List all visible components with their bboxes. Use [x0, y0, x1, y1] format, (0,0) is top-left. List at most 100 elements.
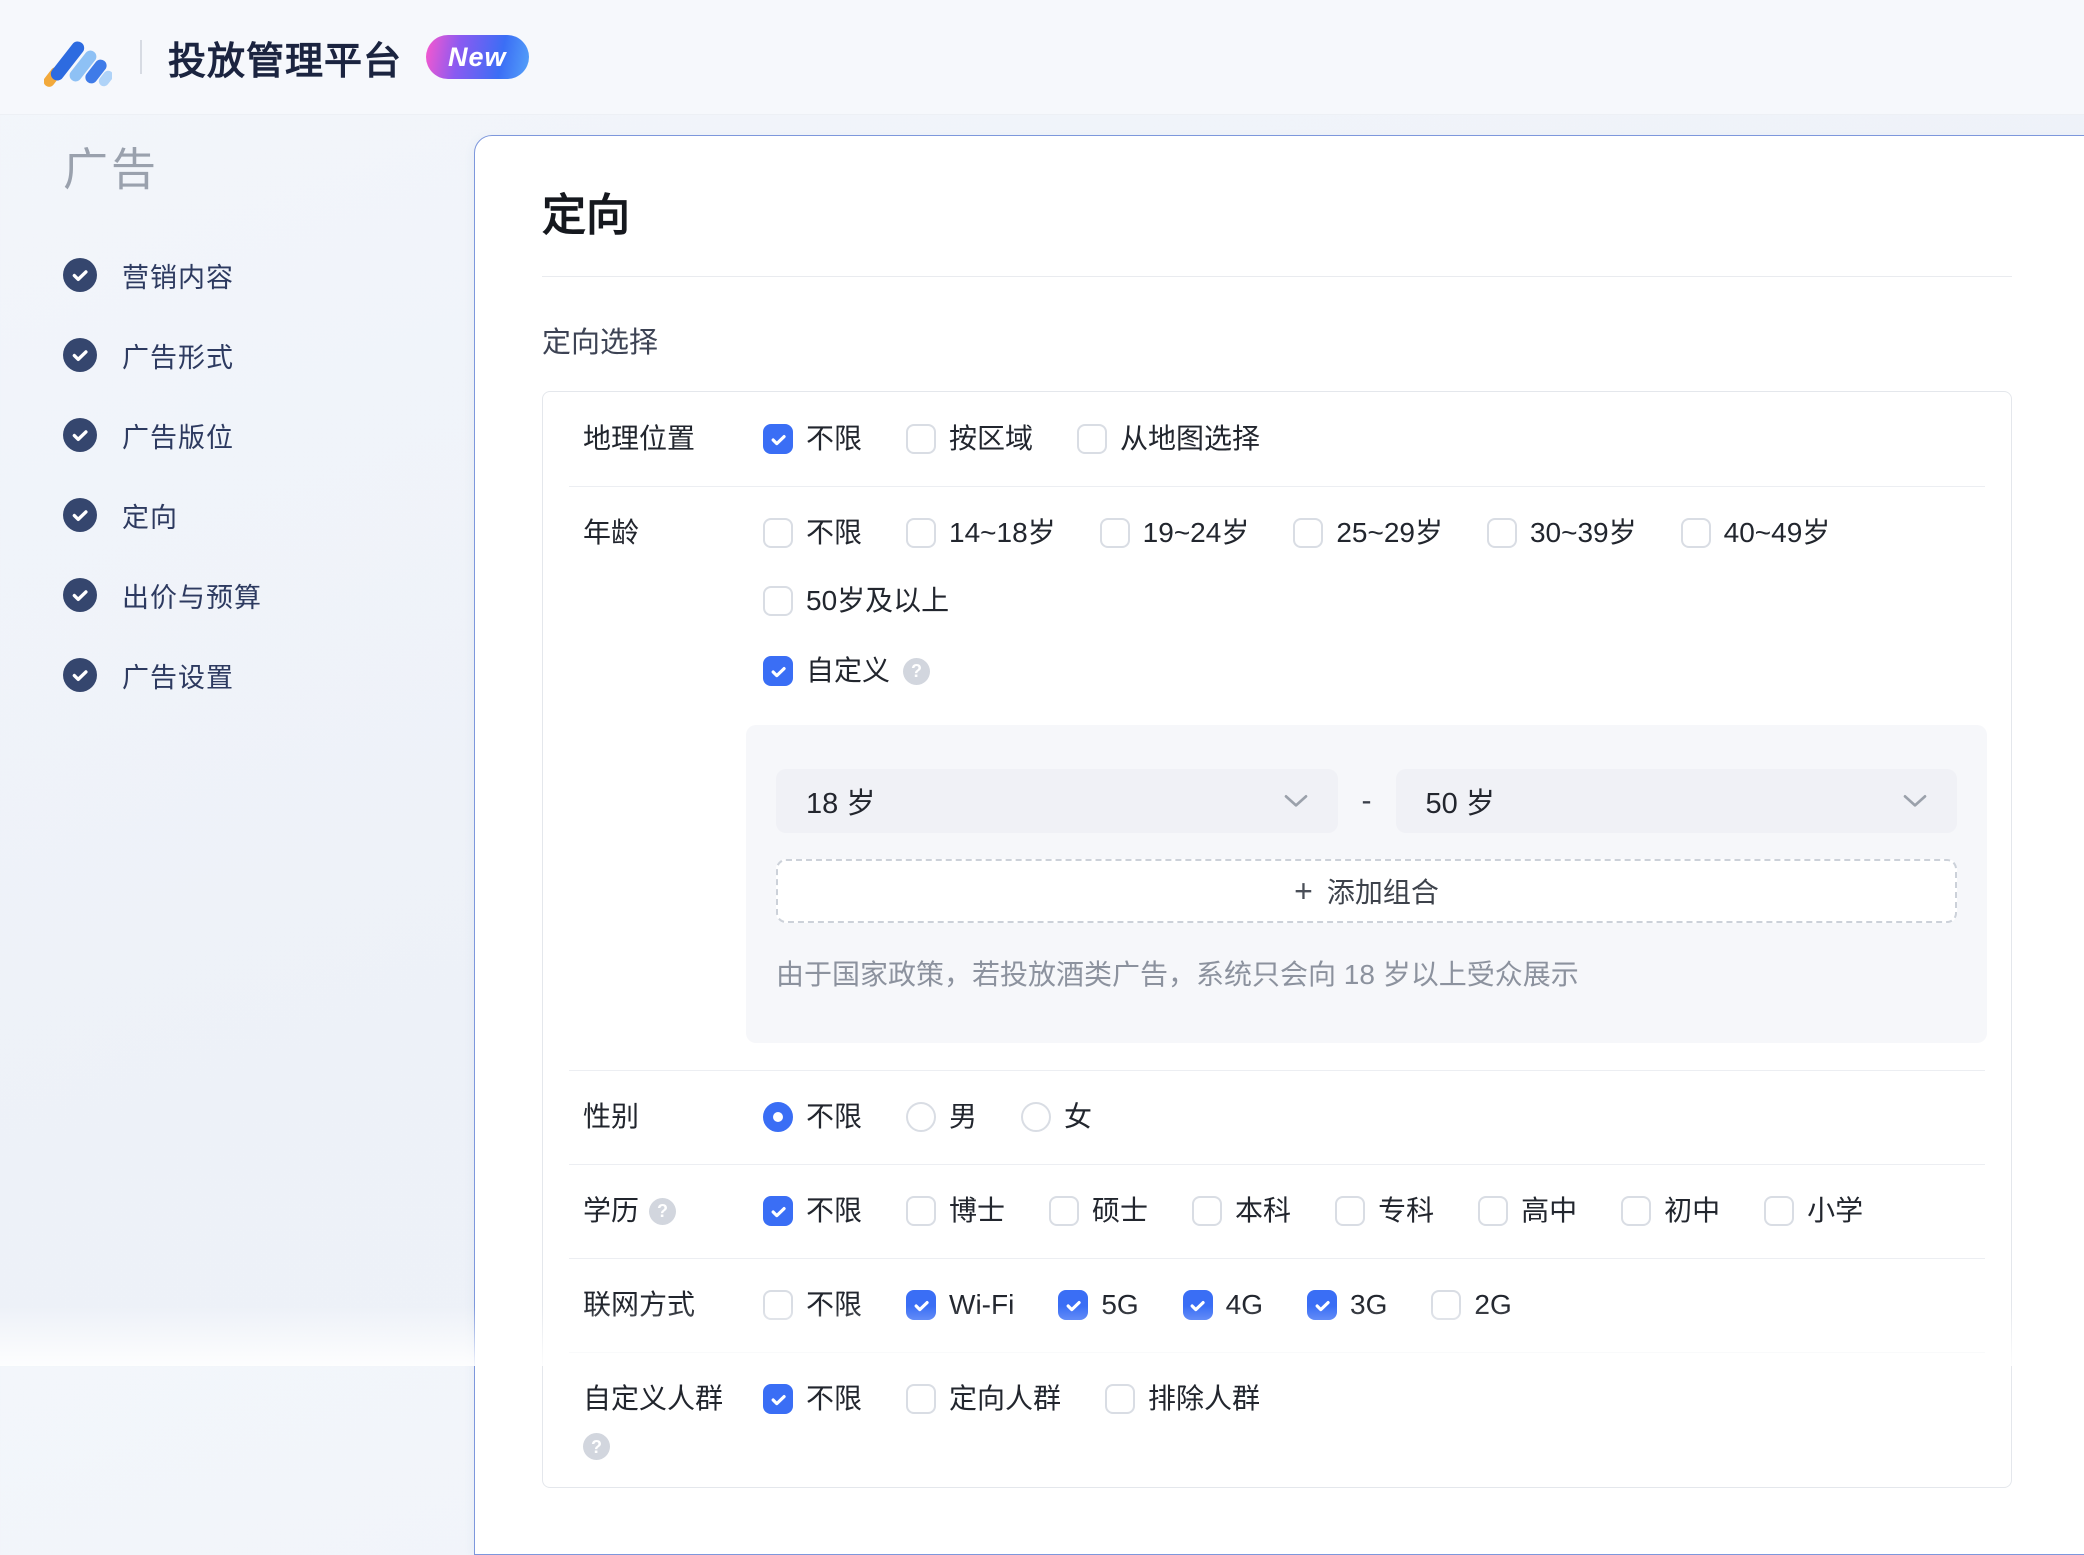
network-type-option-5[interactable]: 2G	[1431, 1285, 1512, 1325]
option-label: Wi-Fi	[949, 1289, 1015, 1320]
option-label: 50岁及以上	[806, 585, 950, 616]
network-type-option-4[interactable]: 3G	[1307, 1285, 1387, 1325]
checkbox-icon[interactable]	[1192, 1196, 1223, 1226]
checkbox-checked-icon[interactable]	[763, 656, 793, 686]
geo-location-option-0[interactable]: 不限	[763, 419, 862, 459]
option-label: 从地图选择	[1120, 423, 1261, 454]
network-type-option-0[interactable]: 不限	[763, 1285, 862, 1325]
age-policy-note: 由于国家政策，若投放酒类广告，系统只会向 18 岁以上受众展示	[776, 959, 1579, 990]
checkbox-icon[interactable]	[1478, 1196, 1509, 1226]
help-icon[interactable]: ?	[583, 1433, 610, 1460]
education-option-6[interactable]: 初中	[1621, 1191, 1720, 1231]
option-label: 小学	[1807, 1195, 1864, 1226]
sidebar-item-bid-budget[interactable]: 出价与预算	[0, 568, 474, 622]
checkbox-checked-icon[interactable]	[1182, 1290, 1213, 1320]
network-type-option-3[interactable]: 4G	[1182, 1285, 1264, 1325]
radio-icon[interactable]	[1021, 1102, 1052, 1132]
option-label: 19~24岁	[1142, 517, 1250, 548]
radio-icon[interactable]	[906, 1102, 937, 1132]
age-min-select[interactable]: 18 岁	[776, 769, 1338, 833]
custom-audience-option-2[interactable]: 排除人群	[1105, 1379, 1260, 1419]
row-options-age: 不限 14~18岁 19~24岁 25~29岁 30~39岁 40~49岁 50岁及以上自定…	[746, 513, 1987, 1043]
checkbox-icon[interactable]	[1764, 1196, 1795, 1226]
row-options-network-type: 不限 Wi-Fi 5G 4G 3G 2G	[763, 1285, 1987, 1325]
checkbox-icon[interactable]	[906, 518, 937, 548]
check-circle-icon	[63, 258, 97, 292]
age-option-1[interactable]: 14~18岁	[906, 513, 1056, 553]
option-label: 4G	[1225, 1289, 1264, 1320]
education-option-0[interactable]: 不限	[763, 1191, 862, 1231]
checkbox-checked-icon[interactable]	[1307, 1290, 1338, 1320]
checkbox-checked-icon[interactable]	[763, 1196, 793, 1226]
help-icon[interactable]: ?	[903, 657, 931, 685]
age-options-line2: 自定义?	[763, 651, 1987, 691]
age-option-0[interactable]: 不限	[763, 513, 862, 553]
age-option-6[interactable]: 50岁及以上	[763, 581, 949, 621]
sidebar-item-ad-settings[interactable]: 广告设置	[0, 648, 474, 702]
age-options-line1: 不限 14~18岁 19~24岁 25~29岁 30~39岁 40~49岁 50岁及以上	[763, 513, 1987, 621]
checkbox-checked-icon[interactable]	[763, 424, 793, 454]
radio-selected-icon[interactable]	[763, 1102, 793, 1132]
checkbox-icon[interactable]	[1077, 424, 1108, 454]
option-label: 本科	[1235, 1195, 1292, 1226]
checkbox-icon[interactable]	[763, 518, 793, 548]
education-option-1[interactable]: 博士	[906, 1191, 1005, 1231]
checkbox-icon[interactable]	[1099, 518, 1130, 548]
row-label-age: 年龄	[567, 513, 763, 553]
checkbox-icon[interactable]	[763, 1290, 793, 1320]
checkbox-icon[interactable]	[1049, 1196, 1080, 1226]
sidebar-item-targeting[interactable]: 定向	[0, 488, 474, 542]
option-label: 专科	[1378, 1195, 1435, 1226]
sidebar-item-ad-placement[interactable]: 广告版位	[0, 408, 474, 462]
checkbox-icon[interactable]	[906, 1384, 937, 1414]
age-option-5[interactable]: 40~49岁	[1680, 513, 1830, 553]
gender-option-0[interactable]: 不限	[763, 1097, 862, 1137]
age-option-2[interactable]: 19~24岁	[1099, 513, 1250, 553]
row-label-text: 自定义人群	[583, 1383, 724, 1414]
education-option-2[interactable]: 硕士	[1049, 1191, 1148, 1231]
checkbox-icon[interactable]	[763, 586, 793, 616]
check-circle-icon	[63, 498, 97, 532]
form-row-network-type: 联网方式 不限 Wi-Fi 5G 4G 3G 2G	[543, 1258, 2011, 1352]
checkbox-icon[interactable]	[1680, 518, 1711, 548]
checkbox-checked-icon[interactable]	[1058, 1290, 1089, 1320]
checkbox-icon[interactable]	[1105, 1384, 1136, 1414]
section-title: 定向选择	[542, 327, 659, 359]
custom-audience-option-0[interactable]: 不限	[763, 1379, 862, 1419]
range-separator: -	[1361, 784, 1372, 817]
age-range-row: 18 岁 - 50 岁	[776, 769, 1957, 833]
education-option-4[interactable]: 专科	[1335, 1191, 1434, 1231]
checkbox-icon[interactable]	[1335, 1196, 1366, 1226]
option-label: 按区域	[949, 423, 1034, 454]
sidebar-item-marketing-content[interactable]: 营销内容	[0, 248, 474, 302]
network-type-option-2[interactable]: 5G	[1058, 1285, 1139, 1325]
education-option-3[interactable]: 本科	[1192, 1191, 1291, 1231]
checkbox-icon[interactable]	[1293, 518, 1324, 548]
geo-location-option-2[interactable]: 从地图选择	[1077, 419, 1260, 459]
selected-value: 50 岁	[1425, 788, 1495, 820]
age-option-3[interactable]: 25~29岁	[1293, 513, 1443, 553]
checkbox-icon[interactable]	[906, 1196, 937, 1226]
new-badge: New	[426, 35, 529, 79]
checkbox-icon[interactable]	[1621, 1196, 1652, 1226]
education-option-5[interactable]: 高中	[1478, 1191, 1577, 1231]
help-icon[interactable]: ?	[649, 1197, 677, 1225]
gender-option-1[interactable]: 男	[906, 1097, 977, 1137]
checkbox-icon[interactable]	[1431, 1290, 1462, 1320]
checkbox-icon[interactable]	[1486, 518, 1517, 548]
option-label: 2G	[1474, 1289, 1512, 1320]
geo-location-option-1[interactable]: 按区域	[906, 419, 1033, 459]
age-max-select[interactable]: 50 岁	[1395, 769, 1957, 833]
custom-audience-option-1[interactable]: 定向人群	[906, 1379, 1061, 1419]
education-option-7[interactable]: 小学	[1764, 1191, 1863, 1231]
sidebar-item-ad-format[interactable]: 广告形式	[0, 328, 474, 382]
age-custom-option-0[interactable]: 自定义?	[763, 651, 931, 691]
checkbox-icon[interactable]	[906, 424, 937, 454]
checkbox-checked-icon[interactable]	[763, 1384, 793, 1414]
option-label: 5G	[1101, 1289, 1139, 1320]
gender-option-2[interactable]: 女	[1021, 1097, 1092, 1137]
network-type-option-1[interactable]: Wi-Fi	[906, 1285, 1014, 1325]
add-combination-button[interactable]: + 添加组合	[776, 859, 1957, 923]
age-option-4[interactable]: 30~39岁	[1486, 513, 1637, 553]
checkbox-checked-icon[interactable]	[906, 1290, 937, 1320]
